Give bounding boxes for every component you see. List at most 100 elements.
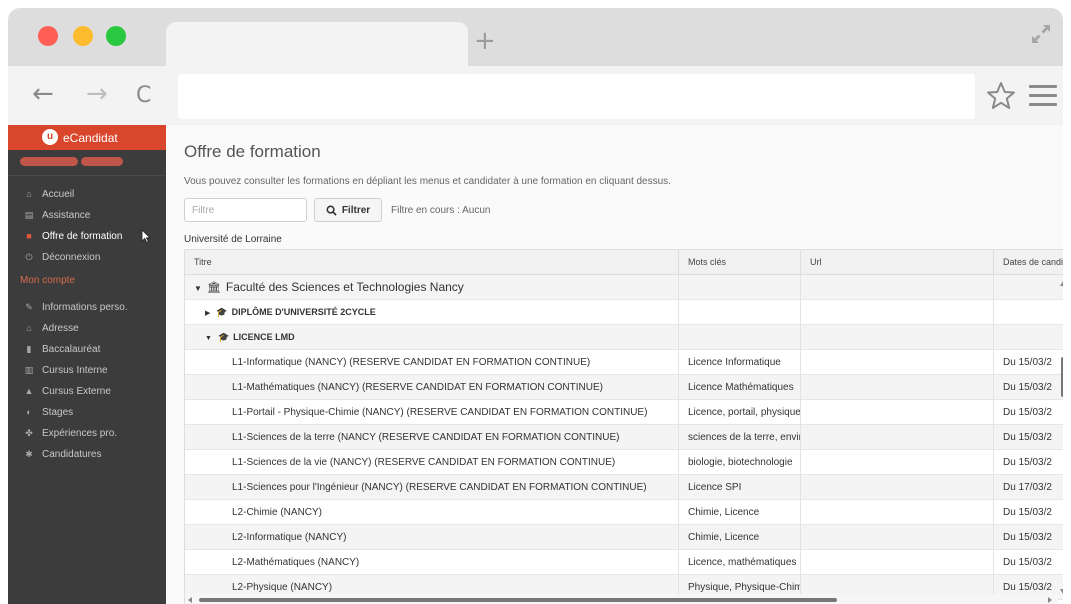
cell-url[interactable]: [801, 425, 994, 450]
horizontal-scrollbar[interactable]: [185, 594, 1058, 604]
cell-titre[interactable]: L1-Sciences de la vie (NANCY) (RESERVE C…: [185, 450, 679, 475]
new-tab-button[interactable]: +: [474, 28, 496, 54]
cell-titre[interactable]: L2-Mathématiques (NANCY): [185, 550, 679, 575]
sidebar-item-adresse[interactable]: ⌂ Adresse: [8, 318, 166, 338]
maximize-window-button[interactable]: [106, 26, 126, 46]
sidebar-item-assistance[interactable]: ▤ Assistance: [8, 205, 166, 225]
cell-mots-cles[interactable]: Licence, mathématiques: [679, 550, 801, 575]
cell-titre[interactable]: ▼ 🏛 Faculté des Sciences et Technologies N…: [185, 275, 679, 300]
cell-mots-cles[interactable]: Licence SPI: [679, 475, 801, 500]
cell-titre[interactable]: L2-Chimie (NANCY): [185, 500, 679, 525]
vertical-scrollbar[interactable]: [1058, 275, 1063, 599]
cell-mots-cles[interactable]: Chimie, Licence: [679, 525, 801, 550]
sidebar-item-label: Offre de formation: [42, 230, 123, 242]
sidebar-item-cursus-externe[interactable]: ▲ Cursus Externe: [8, 381, 166, 401]
forward-button[interactable]: →: [86, 79, 108, 109]
cell-mots-cles[interactable]: Licence Mathématiques: [679, 375, 801, 400]
cell-titre[interactable]: L1-Portail - Physique-Chimie (NANCY) (RE…: [185, 400, 679, 425]
column-header-dates[interactable]: Dates de candi: [994, 250, 1063, 275]
sidebar-item-baccalaureat[interactable]: ▮ Baccalauréat: [8, 339, 166, 359]
row-title: Faculté des Sciences et Technologies Nan…: [225, 280, 464, 294]
formation-row[interactable]: L1-Sciences de la terre (NANCY (RESERVE …: [185, 425, 1063, 450]
cell-url[interactable]: [801, 500, 994, 525]
cell-mots-cles[interactable]: [679, 325, 801, 350]
expand-arrow-icon[interactable]: ▼: [194, 284, 202, 293]
cell-mots-cles[interactable]: Licence Informatique: [679, 350, 801, 375]
cell-url[interactable]: [801, 350, 994, 375]
address-bar[interactable]: [178, 74, 975, 119]
cell-dates[interactable]: [994, 325, 1063, 350]
ecandidat-logo-icon: u: [42, 129, 58, 145]
cell-dates[interactable]: Du 17/03/2: [994, 475, 1063, 500]
formation-row[interactable]: L1-Informatique (NANCY) (RESERVE CANDIDA…: [185, 350, 1063, 375]
sidebar-item-cursus-interne[interactable]: ▥ Cursus Interne: [8, 360, 166, 380]
cell-dates[interactable]: Du 15/03/2: [994, 400, 1063, 425]
filter-button[interactable]: Filtrer: [314, 198, 382, 222]
cell-url[interactable]: [801, 275, 994, 300]
cell-titre[interactable]: L1-Sciences de la terre (NANCY (RESERVE …: [185, 425, 679, 450]
cell-mots-cles[interactable]: [679, 275, 801, 300]
browser-menu-icon[interactable]: [1029, 85, 1057, 107]
reload-button[interactable]: C: [136, 81, 151, 111]
sidebar-item-label: Cursus Externe: [42, 385, 111, 397]
cell-mots-cles[interactable]: Licence, portail, physique: [679, 400, 801, 425]
cell-dates[interactable]: [994, 300, 1063, 325]
cell-dates[interactable]: Du 15/03/2: [994, 450, 1063, 475]
cell-titre[interactable]: ▼ 🎓 LICENCE LMD: [185, 325, 679, 350]
sidebar-item-experiences-pro[interactable]: ✤ Expériences pro.: [8, 423, 166, 443]
cell-url[interactable]: [801, 550, 994, 575]
formation-row[interactable]: L1-Portail - Physique-Chimie (NANCY) (RE…: [185, 400, 1063, 425]
cell-mots-cles[interactable]: Chimie, Licence: [679, 500, 801, 525]
cell-url[interactable]: [801, 325, 994, 350]
cell-dates[interactable]: Du 15/03/2: [994, 375, 1063, 400]
cell-dates[interactable]: Du 15/03/2: [994, 500, 1063, 525]
cell-url[interactable]: [801, 450, 994, 475]
bookmark-star-icon[interactable]: [985, 80, 1017, 112]
browser-tab[interactable]: [166, 22, 468, 66]
cell-dates[interactable]: Du 15/03/2: [994, 550, 1063, 575]
group-row[interactable]: ▶ 🎓 DIPLÔME D'UNIVERSITÉ 2CYCLE: [185, 300, 1063, 325]
formation-row[interactable]: L1-Sciences de la vie (NANCY) (RESERVE C…: [185, 450, 1063, 475]
formation-row[interactable]: L2-Informatique (NANCY) Chimie, Licence Du…: [185, 525, 1063, 550]
cell-url[interactable]: [801, 475, 994, 500]
column-header-url[interactable]: Url: [801, 250, 994, 275]
cell-dates[interactable]: Du 15/03/2: [994, 425, 1063, 450]
formation-row[interactable]: L2-Chimie (NANCY) Chimie, Licence Du 15/03…: [185, 500, 1063, 525]
cell-dates[interactable]: Du 15/03/2: [994, 525, 1063, 550]
app-brand[interactable]: u eCandidat: [8, 125, 166, 150]
formation-row[interactable]: L1-Mathématiques (NANCY) (RESERVE CANDID…: [185, 375, 1063, 400]
cell-mots-cles[interactable]: biologie, biotechnologie: [679, 450, 801, 475]
faculty-row[interactable]: ▼ 🏛 Faculté des Sciences et Technologies N…: [185, 275, 1063, 300]
cell-mots-cles[interactable]: [679, 300, 801, 325]
close-window-button[interactable]: [38, 26, 58, 46]
expand-arrow-icon[interactable]: ▼: [205, 335, 212, 342]
cell-dates[interactable]: Du 15/03/2: [994, 350, 1063, 375]
sidebar-item-deconnexion[interactable]: ⏻ Déconnexion: [8, 247, 166, 267]
cell-mots-cles[interactable]: sciences de la terre, environnement: [679, 425, 801, 450]
formation-row[interactable]: L2-Mathématiques (NANCY) Licence, mathéma…: [185, 550, 1063, 575]
column-header-mots-cles[interactable]: Mots clés: [679, 250, 801, 275]
user-surname-redacted: [81, 157, 123, 166]
cell-dates[interactable]: [994, 275, 1063, 300]
fullscreen-icon[interactable]: [1029, 22, 1053, 46]
back-button[interactable]: ←: [32, 79, 54, 109]
cell-titre[interactable]: ▶ 🎓 DIPLÔME D'UNIVERSITÉ 2CYCLE: [185, 300, 679, 325]
minimize-window-button[interactable]: [73, 26, 93, 46]
expand-arrow-icon[interactable]: ▶: [205, 310, 210, 317]
cell-titre[interactable]: L2-Informatique (NANCY): [185, 525, 679, 550]
cell-url[interactable]: [801, 525, 994, 550]
sidebar-item-stages[interactable]: ◐ Stages: [8, 402, 166, 422]
cell-titre[interactable]: L1-Mathématiques (NANCY) (RESERVE CANDID…: [185, 375, 679, 400]
formation-row[interactable]: L1-Sciences pour l'Ingénieur (NANCY) (RE…: [185, 475, 1063, 500]
cell-titre[interactable]: L1-Sciences pour l'Ingénieur (NANCY) (RE…: [185, 475, 679, 500]
cell-url[interactable]: [801, 400, 994, 425]
cell-url[interactable]: [801, 300, 994, 325]
sidebar-item-informations-perso[interactable]: ✎ Informations perso.: [8, 297, 166, 317]
cell-url[interactable]: [801, 375, 994, 400]
group-row[interactable]: ▼ 🎓 LICENCE LMD: [185, 325, 1063, 350]
filter-input[interactable]: Filtre: [184, 198, 307, 222]
sidebar-item-accueil[interactable]: ⌂ Accueil: [8, 184, 166, 204]
column-header-titre[interactable]: Titre: [185, 250, 679, 275]
cell-titre[interactable]: L1-Informatique (NANCY) (RESERVE CANDIDA…: [185, 350, 679, 375]
sidebar-item-candidatures[interactable]: ✱ Candidatures: [8, 444, 166, 464]
